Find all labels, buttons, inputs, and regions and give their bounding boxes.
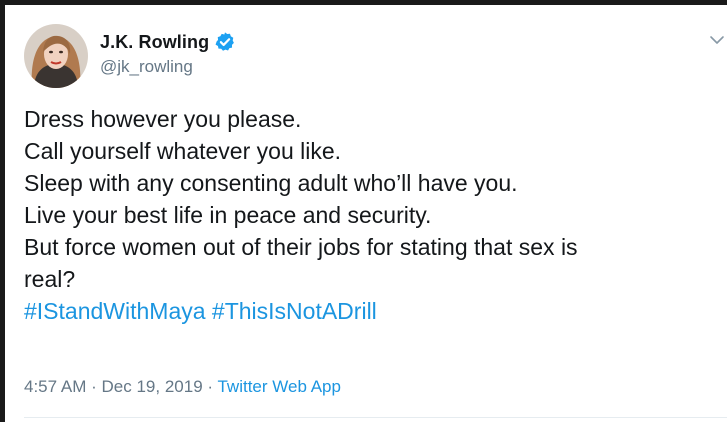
tweet-text-line: Live your best life in peace and securit… bbox=[24, 202, 432, 228]
chevron-down-icon[interactable] bbox=[709, 33, 725, 45]
tweet-text-line: real? bbox=[24, 266, 76, 292]
tweet-text-line: Sleep with any consenting adult who’ll h… bbox=[24, 170, 518, 196]
tweet-text-line: Dress however you please. bbox=[24, 106, 302, 132]
meta-separator: · bbox=[207, 377, 214, 396]
tweet-source-link[interactable]: Twitter Web App bbox=[217, 377, 340, 396]
tweet-text-line: Call yourself whatever you like. bbox=[24, 138, 342, 164]
tweet-card: J.K. Rowling @jk_rowling Dress however y… bbox=[5, 5, 727, 422]
avatar-image bbox=[24, 24, 88, 88]
tweet-text-line: But force women out of their jobs for st… bbox=[24, 234, 578, 260]
author-name-row[interactable]: J.K. Rowling bbox=[100, 30, 236, 54]
hashtag-row: #IStandWithMaya #ThisIsNotADrill bbox=[24, 295, 704, 327]
tweet-time[interactable]: 4:57 AM bbox=[24, 377, 86, 396]
author-display-name[interactable]: J.K. Rowling bbox=[100, 32, 209, 53]
author-handle[interactable]: @jk_rowling bbox=[100, 57, 193, 77]
divider bbox=[24, 417, 727, 418]
hashtag-link[interactable]: #ThisIsNotADrill bbox=[212, 298, 377, 324]
tweet-date[interactable]: Dec 19, 2019 bbox=[102, 377, 203, 396]
meta-separator: · bbox=[91, 377, 97, 396]
hashtag-link[interactable]: #IStandWithMaya bbox=[24, 298, 206, 324]
avatar[interactable] bbox=[24, 24, 88, 88]
tweet-metadata: 4:57 AM · Dec 19, 2019 · Twitter Web App bbox=[24, 377, 341, 397]
verified-badge-icon bbox=[214, 31, 236, 53]
tweet-text: Dress however you please. Call yourself … bbox=[24, 103, 704, 327]
